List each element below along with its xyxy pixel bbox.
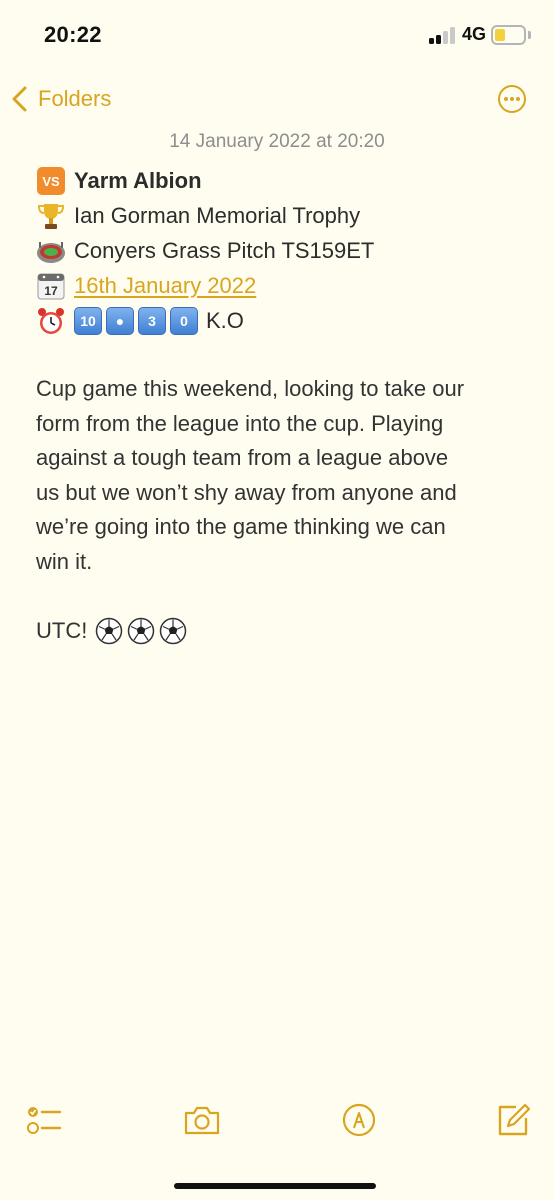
note-line-opponent: VS Yarm Albion [36,165,202,197]
network-type: 4G [462,24,487,44]
note-body-line: win it. [36,548,93,574]
note-line-competition: Ian Gorman Memorial Trophy [36,200,360,232]
keycap-ten: 10 [74,307,102,335]
camera-icon[interactable] [183,1102,221,1138]
alarm-clock-icon [38,308,64,334]
note-body-line: form from the league into the cup. Playi… [36,410,444,436]
markup-icon[interactable] [340,1102,378,1138]
notes-screen: 20:22 4G Folders 14 January 2022 at 20:2… [0,0,554,1200]
trophy-icon [37,204,65,229]
note-line-venue: Conyers Grass Pitch TS159ET [36,235,374,267]
note-signoff: UTC! [36,615,187,647]
keycap-three: 3 [138,307,166,335]
soccer-ball-icon [128,617,155,645]
battery-tip [528,31,531,39]
checklist-icon[interactable] [26,1102,64,1138]
battery-icon [491,25,526,45]
status-time: 20:22 [44,22,102,47]
status-bar: 20:22 4G [0,0,554,72]
soccer-ball-icon [160,617,187,645]
back-button[interactable]: Folders [10,84,111,114]
cellular-signal-icon [429,26,457,44]
chevron-left-icon [12,86,27,112]
back-button-label: Folders [38,86,112,111]
signoff-text: UTC! [36,618,88,643]
note-line-kickoff: 10 ● 3 0 K.O [36,305,244,337]
note-body: Cup game this weekend, looking to take o… [36,372,526,579]
competition-name: Ian Gorman Memorial Trophy [74,203,361,228]
note-body-line: against a tough team from a league above [36,445,449,470]
note-timestamp: 14 January 2022 at 20:20 [169,131,385,152]
more-options-icon[interactable] [497,84,527,114]
venue-name: Conyers Grass Pitch TS159ET [74,238,375,263]
note-body-line: Cup game this weekend, looking to take o… [36,376,465,401]
vs-label: VS [42,174,60,189]
match-date-link[interactable]: 16th January 2022 [74,273,256,299]
keycap-zero: 0 [170,307,198,335]
note-body-line: we’re going into the game thinking we ca… [36,514,446,539]
keycap-dot: ● [106,307,134,335]
calendar-day: 17 [44,284,58,298]
stadium-icon [37,242,65,263]
kickoff-label: K.O [206,308,244,333]
note-body-line: us but we won’t shy away from anyone and [36,479,457,505]
calendar-icon: 17 [37,273,65,300]
compose-icon[interactable] [494,1102,532,1138]
vs-icon: VS [37,167,65,195]
home-indicator[interactable] [174,1183,376,1189]
soccer-ball-icon [96,617,123,645]
note-line-date: 17 16th January 2022 [36,270,256,302]
opponent-name: Yarm Albion [74,168,202,193]
